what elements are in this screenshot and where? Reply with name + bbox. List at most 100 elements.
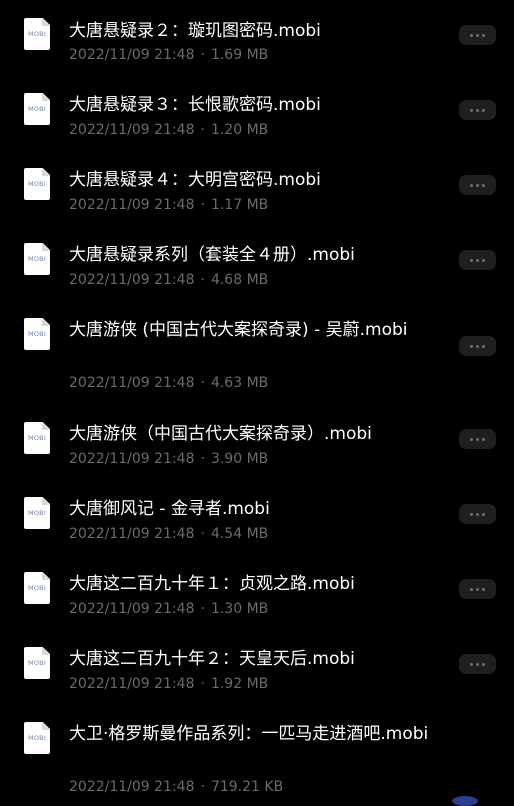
file-meta: 2022/11/09 21:48 · 1.69 MB xyxy=(69,46,268,64)
file-name: 大卫·格罗斯曼作品系列：一匹马走进酒吧.mobi xyxy=(69,724,429,744)
file-type-label: MOBI xyxy=(28,105,46,113)
file-date: 2022/11/09 21:48 xyxy=(69,197,195,213)
file-name: 大唐悬疑录３：长恨歌密码.mobi xyxy=(69,95,321,115)
file-date: 2022/11/09 21:48 xyxy=(69,451,195,467)
file-name: 大唐游侠 (中国古代大案探奇录) - 吴蔚.mobi xyxy=(69,320,408,340)
file-date: 2022/11/09 21:48 xyxy=(69,601,195,617)
file-date: 2022/11/09 21:48 xyxy=(69,526,195,542)
mobi-file-icon: MOBI xyxy=(24,647,50,679)
file-meta: 2022/11/09 21:48 · 4.68 MB xyxy=(69,271,268,289)
more-icon xyxy=(470,587,473,591)
file-type-label: MOBI xyxy=(28,180,46,188)
file-name: 大唐悬疑录２：璇玑图密码.mobi xyxy=(69,21,321,41)
more-icon xyxy=(476,512,479,516)
file-date: 2022/11/09 21:48 xyxy=(69,122,195,138)
file-date: 2022/11/09 21:48 xyxy=(69,47,195,63)
file-name: 大唐悬疑录４：大明宫密码.mobi xyxy=(69,170,321,190)
file-name: 大唐这二百九十年２：天皇天后.mobi xyxy=(69,649,355,669)
file-size: 3.90 MB xyxy=(210,451,269,467)
mobi-file-icon: MOBI xyxy=(24,93,50,125)
file-size: 1.30 MB xyxy=(210,601,269,617)
more-button[interactable] xyxy=(459,429,496,449)
file-name: 大唐这二百九十年１：贞观之路.mobi xyxy=(69,574,355,594)
more-icon xyxy=(482,108,485,112)
more-button[interactable] xyxy=(459,336,496,356)
file-meta: 2022/11/09 21:48 · 3.90 MB xyxy=(69,450,268,468)
more-icon xyxy=(470,662,473,666)
file-size: 1.20 MB xyxy=(210,122,269,138)
more-button[interactable] xyxy=(459,579,496,599)
more-icon xyxy=(470,258,473,262)
more-icon xyxy=(482,33,485,37)
file-name: 大唐游侠（中国古代大案探奇录）.mobi xyxy=(69,424,372,444)
more-icon xyxy=(482,662,485,666)
more-button[interactable] xyxy=(459,25,496,45)
more-icon xyxy=(476,183,479,187)
file-size: 4.54 MB xyxy=(210,526,269,542)
file-meta: 2022/11/09 21:48 · 1.30 MB xyxy=(69,600,268,618)
file-size: 1.17 MB xyxy=(210,197,269,213)
mobi-file-icon: MOBI xyxy=(24,318,50,350)
file-type-label: MOBI xyxy=(28,509,46,517)
file-date: 2022/11/09 21:48 xyxy=(69,272,195,288)
file-type-label: MOBI xyxy=(28,659,46,667)
file-size: 4.68 MB xyxy=(210,272,269,288)
file-size: 4.63 MB xyxy=(210,375,269,391)
more-icon xyxy=(482,587,485,591)
more-icon xyxy=(476,587,479,591)
more-icon xyxy=(482,183,485,187)
mobi-file-icon: MOBI xyxy=(24,422,50,454)
file-meta: 2022/11/09 21:48 · 4.54 MB xyxy=(69,525,268,543)
mobi-file-icon: MOBI xyxy=(24,168,50,200)
file-name: 大唐御风记 - 金寻者.mobi xyxy=(69,499,270,519)
more-icon xyxy=(470,183,473,187)
meta-separator: · xyxy=(200,601,205,617)
more-icon xyxy=(476,344,479,348)
file-type-label: MOBI xyxy=(28,584,46,592)
file-type-label: MOBI xyxy=(28,30,46,38)
more-icon xyxy=(482,437,485,441)
more-button[interactable] xyxy=(459,175,496,195)
more-button[interactable] xyxy=(459,100,496,120)
more-icon xyxy=(470,344,473,348)
more-button[interactable] xyxy=(459,504,496,524)
file-name: 大唐悬疑录系列（套装全４册）.mobi xyxy=(69,245,355,265)
file-type-label: MOBI xyxy=(28,434,46,442)
mobi-file-icon: MOBI xyxy=(24,722,50,754)
meta-separator: · xyxy=(200,272,205,288)
file-meta: 2022/11/09 21:48 · 1.20 MB xyxy=(69,121,268,139)
more-icon xyxy=(470,437,473,441)
more-button[interactable] xyxy=(459,654,496,674)
file-date: 2022/11/09 21:48 xyxy=(69,375,195,391)
meta-separator: · xyxy=(200,779,205,795)
meta-separator: · xyxy=(200,451,205,467)
file-list: MOBI 大唐悬疑录２：璇玑图密码.mobi 2022/11/09 21:48 ·… xyxy=(0,0,514,806)
mobi-file-icon: MOBI xyxy=(24,243,50,275)
file-date: 2022/11/09 21:48 xyxy=(69,676,195,692)
file-meta: 2022/11/09 21:48 · 1.17 MB xyxy=(69,196,268,214)
file-date: 2022/11/09 21:48 xyxy=(69,779,195,795)
file-type-label: MOBI xyxy=(28,330,46,338)
meta-separator: · xyxy=(200,676,205,692)
more-icon xyxy=(476,33,479,37)
more-icon xyxy=(482,258,485,262)
file-size: 1.69 MB xyxy=(210,47,269,63)
more-icon xyxy=(476,108,479,112)
more-button[interactable] xyxy=(459,250,496,270)
more-icon xyxy=(470,512,473,516)
floating-button-edge[interactable] xyxy=(452,796,478,806)
meta-separator: · xyxy=(200,375,205,391)
more-icon xyxy=(476,662,479,666)
meta-separator: · xyxy=(200,526,205,542)
meta-separator: · xyxy=(200,122,205,138)
more-icon xyxy=(482,344,485,348)
more-icon xyxy=(476,437,479,441)
file-meta: 2022/11/09 21:48 · 4.63 MB xyxy=(69,374,268,392)
file-meta: 2022/11/09 21:48 · 719.21 KB xyxy=(69,778,283,796)
more-icon xyxy=(476,258,479,262)
file-size: 719.21 KB xyxy=(210,779,284,795)
mobi-file-icon: MOBI xyxy=(24,572,50,604)
file-type-label: MOBI xyxy=(28,734,46,742)
file-type-label: MOBI xyxy=(28,255,46,263)
more-icon xyxy=(470,33,473,37)
